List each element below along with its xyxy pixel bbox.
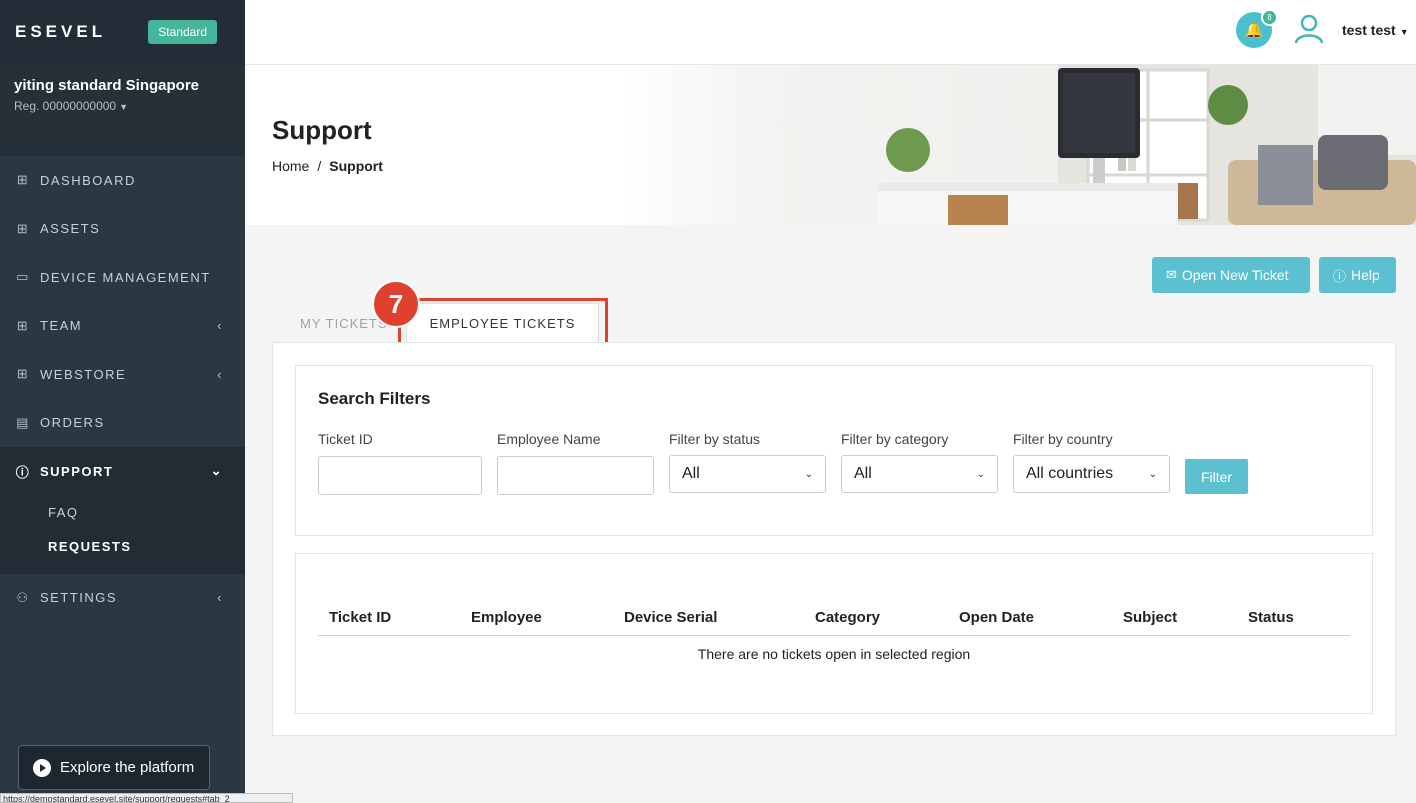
help-button[interactable]: ⓘ Help [1319, 257, 1396, 293]
category-filter-select[interactable]: All ⌄ [841, 455, 998, 493]
user-name: test test [1342, 22, 1396, 38]
search-filters-card: Search Filters Ticket ID Employee Name F… [295, 365, 1373, 536]
chevron-down-icon: ⌄ [804, 468, 813, 480]
help-label: Help [1351, 267, 1380, 283]
chevron-left-icon: ‹ [217, 590, 223, 606]
column-subject[interactable]: Subject [1123, 609, 1177, 626]
column-employee[interactable]: Employee [471, 609, 542, 626]
column-ticket-id[interactable]: Ticket ID [329, 609, 391, 626]
caret-down-icon: ▼ [119, 102, 129, 112]
brand-logo[interactable]: ESEVEL [15, 22, 106, 42]
search-filters-title: Search Filters [318, 389, 431, 408]
office-banner-image [618, 65, 1416, 225]
settings-nav: ⚇ SETTINGS ‹ [0, 574, 245, 623]
grid-icon: ⊞ [16, 172, 30, 188]
nav-label: DASHBOARD [40, 172, 136, 188]
grid-icon: ⊞ [16, 366, 30, 382]
nav-label: ASSETS [40, 221, 101, 237]
status-filter-label: Filter by status [669, 431, 761, 447]
subnav-item-requests[interactable]: REQUESTS [48, 530, 245, 564]
chevron-down-icon: ⌄ [976, 468, 985, 480]
chevron-down-icon: ⌄ [210, 463, 223, 479]
category-filter-label: Filter by category [841, 431, 949, 447]
chevron-left-icon: ‹ [217, 318, 223, 334]
employee-name-input[interactable] [497, 456, 654, 495]
chevron-left-icon: ‹ [217, 366, 223, 382]
info-icon: ⓘ [1333, 268, 1347, 284]
notification-count-badge: 8 [1261, 9, 1278, 26]
nav-label: TEAM [40, 318, 83, 334]
filter-button[interactable]: Filter [1185, 459, 1248, 494]
status-filter-value: All [682, 465, 700, 482]
empty-table-message: There are no tickets open in selected re… [697, 646, 971, 662]
nav-item-team[interactable]: ⊞ TEAM ‹ [0, 302, 245, 351]
nav-label: SETTINGS [40, 590, 118, 606]
breadcrumb-separator: / [317, 158, 322, 174]
main-nav: ⊞ DASHBOARD ⊞ ASSETS ▭ DEVICE MANAGEMENT ⊞ T… [0, 156, 245, 496]
status-bar-url: https://demostandard.esevel.site/support… [0, 793, 293, 803]
page-title: Support [272, 115, 372, 145]
breadcrumb: Home / Support [272, 158, 383, 174]
ticket-id-label: Ticket ID [318, 431, 373, 447]
laptop-icon: ▭ [16, 269, 30, 285]
user-menu[interactable]: test test ▼ [1342, 22, 1409, 38]
open-ticket-label: Open New Ticket [1181, 267, 1289, 283]
nav-item-support[interactable]: ⓘ SUPPORT ⌄ [0, 447, 245, 496]
column-open-date[interactable]: Open Date [959, 609, 1034, 626]
organization-switcher[interactable]: yiting standard Singapore Reg. 000000000… [0, 64, 245, 156]
sidebar: ESEVEL Standard yiting standard Singapor… [0, 0, 245, 803]
chevron-down-icon: ⌄ [1148, 468, 1157, 480]
nav-label: WEBSTORE [40, 366, 127, 382]
nav-item-settings[interactable]: ⚇ SETTINGS ‹ [0, 574, 245, 623]
grid-icon: ⊞ [16, 220, 30, 236]
plan-badge: Standard [148, 20, 217, 44]
user-icon[interactable] [1293, 12, 1325, 44]
table-header: Ticket ID Employee Device Serial Categor… [318, 604, 1350, 636]
nav-item-device-management[interactable]: ▭ DEVICE MANAGEMENT [0, 253, 245, 302]
nav-item-assets[interactable]: ⊞ ASSETS [0, 205, 245, 254]
brand-row: ESEVEL Standard [0, 0, 245, 64]
support-subnav: FAQ REQUESTS [0, 495, 245, 574]
ticket-id-input[interactable] [318, 456, 482, 495]
country-filter-label: Filter by country [1013, 431, 1113, 447]
employee-name-label: Employee Name [497, 431, 601, 447]
grid-icon: ⊞ [16, 317, 30, 333]
tutorial-step-marker: 7 [372, 280, 420, 328]
country-filter-select[interactable]: All countries ⌄ [1013, 455, 1170, 493]
caret-down-icon: ▼ [1399, 27, 1409, 37]
org-reg-number: Reg. 00000000000 [14, 99, 117, 113]
nav-item-dashboard[interactable]: ⊞ DASHBOARD [0, 156, 245, 205]
info-icon: ⓘ [15, 464, 31, 480]
tickets-table-card: Ticket ID Employee Device Serial Categor… [295, 553, 1373, 714]
explore-label: Explore the platform [60, 759, 195, 776]
explore-platform-button[interactable]: Explore the platform [18, 745, 210, 790]
country-filter-value: All countries [1026, 465, 1114, 482]
nav-label: DEVICE MANAGEMENT [40, 269, 211, 285]
org-name: yiting standard Singapore [14, 77, 200, 94]
org-reg: Reg. 00000000000 ▼ [14, 99, 231, 113]
topbar: 🔔 8 test test ▼ [245, 0, 1416, 65]
nav-item-webstore[interactable]: ⊞ WEBSTORE ‹ [0, 350, 245, 399]
nav-label: SUPPORT [40, 463, 114, 479]
open-new-ticket-button[interactable]: ✉ Open New Ticket [1152, 257, 1310, 293]
breadcrumb-current: Support [329, 158, 383, 174]
users-icon: ⚇ [16, 589, 30, 605]
column-device-serial[interactable]: Device Serial [624, 609, 717, 626]
envelope-icon: ✉ [1166, 267, 1177, 282]
tickets-panel: Search Filters Ticket ID Employee Name F… [272, 342, 1396, 736]
status-filter-select[interactable]: All ⌄ [669, 455, 826, 493]
subnav-item-faq[interactable]: FAQ [48, 496, 245, 530]
breadcrumb-home[interactable]: Home [272, 158, 309, 174]
column-category[interactable]: Category [815, 609, 880, 626]
column-status[interactable]: Status [1248, 609, 1294, 626]
category-filter-value: All [854, 465, 872, 482]
nav-item-orders[interactable]: ▤ ORDERS [0, 399, 245, 448]
document-icon: ▤ [16, 414, 30, 430]
page-banner: Support Home / Support [245, 65, 1416, 225]
nav-label: ORDERS [40, 415, 105, 431]
play-icon [33, 758, 51, 777]
